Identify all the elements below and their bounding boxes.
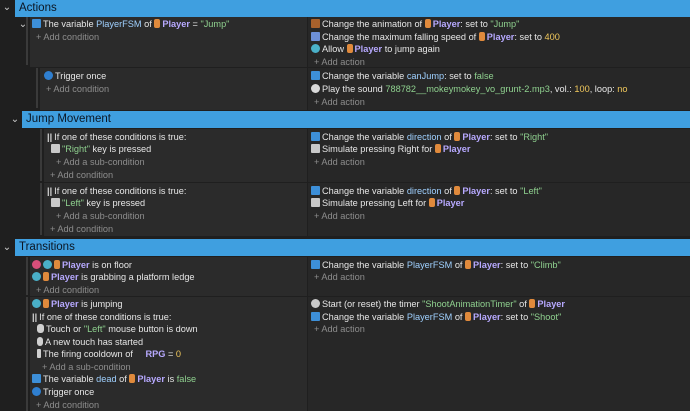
mouse-icon	[37, 324, 44, 333]
player-icon	[424, 19, 431, 28]
player-icon	[465, 260, 472, 269]
add-action-button[interactable]: + Add action	[314, 271, 365, 283]
condition-new-touch[interactable]: A new touch has started	[37, 336, 143, 348]
add-action-button[interactable]: + Add action	[314, 56, 365, 68]
action-change-playerfsm-shoot[interactable]: Change the variable PlayerFSM of Player:…	[311, 311, 561, 323]
action-change-canjump[interactable]: Change the variable canJump: set to fals…	[311, 70, 494, 82]
platformer-icon	[32, 272, 41, 281]
platformer-icon	[32, 299, 41, 308]
or-icon: ||	[47, 132, 53, 142]
keyboard-icon	[51, 198, 60, 207]
condition-right-key[interactable]: "Right" key is pressed	[51, 143, 151, 155]
action-change-animation[interactable]: Change the animation of Player: set to "…	[311, 18, 519, 30]
condition-on-floor[interactable]: Player is on floor	[32, 259, 132, 271]
add-condition-button[interactable]: + Add condition	[50, 223, 113, 235]
section-title: Actions	[19, 2, 57, 14]
platformer-icon	[32, 260, 41, 269]
player-icon	[478, 32, 485, 41]
add-sub-condition-button[interactable]: + Add a sub-condition	[56, 210, 145, 222]
add-sub-condition-button[interactable]: + Add a sub-condition	[42, 361, 131, 373]
add-condition-button[interactable]: + Add condition	[36, 399, 99, 411]
section-header-jump-movement[interactable]: Jump Movement	[22, 111, 690, 128]
condition-left-key[interactable]: "Left" key is pressed	[51, 197, 145, 209]
player-icon	[43, 272, 49, 281]
condition-grabbing-ledge[interactable]: Player is grabbing a platform ledge	[32, 271, 195, 283]
add-condition-button[interactable]: + Add condition	[46, 83, 109, 95]
var-name: PlayerFSM	[96, 19, 142, 29]
condition-or-group[interactable]: || If one of these conditions is true:	[32, 311, 171, 323]
action-change-playerfsm-climb[interactable]: Change the variable PlayerFSM of Player:…	[311, 259, 561, 271]
player-icon	[346, 44, 353, 53]
action-max-falling-speed[interactable]: Change the maximum falling speed of Play…	[311, 31, 560, 43]
player-icon	[465, 312, 472, 321]
variable-icon	[32, 374, 41, 383]
condition-firing-cooldown[interactable]: The firing cooldown of RPG = 0	[37, 348, 181, 360]
keyboard-icon	[311, 144, 320, 153]
chevron-down-icon[interactable]: ⌄	[2, 241, 12, 255]
add-sub-condition-button[interactable]: + Add a sub-condition	[56, 156, 145, 168]
action-simulate-right[interactable]: Simulate pressing Right for Player	[311, 143, 470, 155]
keyboard-icon	[311, 198, 320, 207]
not-icon	[43, 260, 52, 269]
add-action-button[interactable]: + Add action	[314, 210, 365, 222]
trigger-icon	[32, 387, 41, 396]
player-icon	[428, 198, 435, 207]
action-play-sound[interactable]: Play the sound 788782__mokeymokey_vo_gru…	[311, 83, 628, 95]
add-condition-button[interactable]: + Add condition	[50, 169, 113, 181]
sound-icon	[311, 84, 320, 93]
timer-icon	[311, 299, 320, 308]
action-allow-jump[interactable]: Allow Player to jump again	[311, 43, 440, 55]
chevron-down-icon[interactable]: ⌄	[10, 113, 20, 127]
player-icon	[154, 19, 161, 28]
variable-icon	[311, 260, 320, 269]
player-icon	[434, 144, 441, 153]
condition-variable-playerfsm[interactable]: The variable PlayerFSM of Player = "Jump…	[32, 18, 229, 30]
condition-variable-dead[interactable]: The variable dead of Player is false	[32, 373, 196, 385]
condition-mouse-down[interactable]: Touch or "Left" mouse button is down	[37, 323, 198, 335]
variable-icon	[311, 71, 320, 80]
player-icon	[529, 299, 536, 308]
condition-or-group[interactable]: || If one of these conditions is true:	[47, 185, 186, 197]
condition-is-jumping[interactable]: Player is jumping	[32, 298, 123, 310]
or-icon: ||	[47, 186, 53, 196]
variable-icon	[32, 19, 41, 28]
add-condition-button[interactable]: + Add condition	[36, 284, 99, 296]
variable-icon	[311, 132, 320, 141]
add-action-button[interactable]: + Add action	[314, 96, 365, 108]
condition-trigger-once[interactable]: Trigger once	[32, 386, 94, 398]
action-simulate-left[interactable]: Simulate pressing Left for Player	[311, 197, 464, 209]
or-icon: ||	[32, 312, 38, 322]
cooldown-icon	[37, 349, 41, 358]
jump-icon	[311, 44, 320, 53]
player-icon	[454, 132, 461, 141]
player-icon	[54, 260, 60, 269]
animation-icon	[311, 19, 320, 28]
variable-icon	[311, 186, 320, 195]
add-action-button[interactable]: + Add action	[314, 323, 365, 335]
action-start-timer[interactable]: Start (or reset) the timer "ShootAnimati…	[311, 298, 565, 310]
section-header-actions[interactable]: Actions	[15, 0, 690, 17]
touch-icon	[37, 337, 43, 346]
player-icon	[43, 299, 49, 308]
section-header-transitions[interactable]: Transitions	[15, 239, 690, 256]
add-action-button[interactable]: + Add action	[314, 156, 365, 168]
keyboard-icon	[51, 144, 60, 153]
condition-trigger-once[interactable]: Trigger once	[44, 70, 106, 82]
trigger-icon	[44, 71, 53, 80]
add-condition-button[interactable]: + Add condition	[36, 31, 99, 43]
action-change-direction[interactable]: Change the variable direction of Player:…	[311, 131, 548, 143]
chevron-down-icon[interactable]: ⌄	[2, 1, 12, 15]
platformer-icon	[311, 32, 320, 41]
player-icon	[454, 186, 461, 195]
condition-or-group[interactable]: || If one of these conditions is true:	[47, 131, 186, 143]
player-icon	[129, 374, 136, 383]
action-change-direction[interactable]: Change the variable direction of Player:…	[311, 185, 542, 197]
variable-icon	[311, 312, 320, 321]
